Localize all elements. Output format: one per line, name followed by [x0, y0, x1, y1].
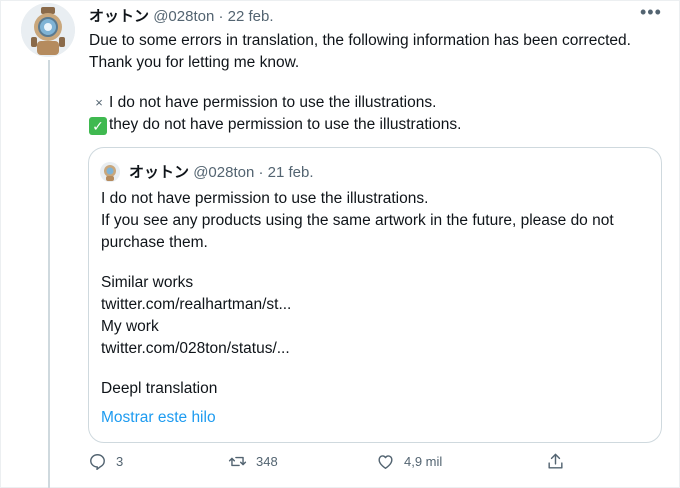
retweet-icon [228, 456, 247, 467]
tweet-header: オットン @028ton · 22 feb. [89, 5, 274, 26]
quote-line: Similar works [101, 274, 194, 291]
action-bar: 3 348 4,9 mil [88, 452, 588, 478]
header-separator: · [218, 8, 224, 25]
author-handle[interactable]: @028ton [153, 8, 214, 25]
quote-line: Deepl translation [101, 380, 218, 397]
retweet-button[interactable]: 348 [228, 452, 278, 471]
show-thread-link[interactable]: Mostrar este hilo [101, 409, 216, 427]
wrong-text: I do not have permission to use the illu… [109, 94, 437, 111]
tweet-line-wrong: × I do not have permission to use the ill… [89, 92, 649, 114]
quote-avatar [100, 162, 120, 182]
quote-link[interactable]: twitter.com/realhartman/st... [101, 294, 641, 316]
tweet-text: Due to some errors in translation, the f… [89, 30, 649, 136]
reply-icon [90, 454, 105, 471]
tweet-line-correction-notice: Due to some errors in translation, the f… [89, 32, 631, 71]
tweet-date[interactable]: 22 feb. [228, 8, 274, 25]
like-button[interactable]: 4,9 mil [376, 452, 442, 471]
more-icon[interactable]: ••• [640, 2, 662, 23]
thread-line [48, 60, 50, 488]
author-name[interactable]: オットン [89, 8, 149, 25]
check-mark-icon: ✓ [89, 117, 107, 135]
share-icon [548, 453, 563, 469]
quote-text: I do not have permission to use the illu… [101, 188, 641, 400]
avatar[interactable] [21, 3, 75, 57]
robot-avatar-icon [100, 162, 120, 182]
cross-icon: × [95, 95, 103, 110]
share-button[interactable] [546, 452, 565, 471]
quote-link[interactable]: twitter.com/028ton/status/... [101, 338, 641, 360]
quoted-tweet[interactable]: オットン @028ton · 21 feb. I do not have per… [88, 147, 662, 443]
quote-author-name: オットン [129, 164, 190, 181]
tweet-line-correct: ✓ they do not have permission to use the … [89, 114, 649, 136]
like-count: 4,9 mil [404, 454, 443, 469]
quote-separator: · [258, 164, 264, 181]
quote-date: 21 feb. [267, 164, 314, 181]
quote-author-handle: @028ton [193, 164, 255, 181]
quote-line: If you see any products using the same a… [101, 212, 614, 251]
quote-line: My work [101, 318, 159, 335]
retweet-count: 348 [256, 454, 278, 469]
reply-count: 3 [116, 454, 124, 469]
quote-header: オットン @028ton · 21 feb. [129, 161, 314, 182]
quote-line: I do not have permission to use the illu… [101, 190, 429, 207]
robot-avatar-icon [21, 3, 75, 57]
correct-text: they do not have permission to use the i… [109, 116, 462, 133]
reply-button[interactable]: 3 [88, 452, 123, 471]
like-icon [378, 455, 393, 469]
